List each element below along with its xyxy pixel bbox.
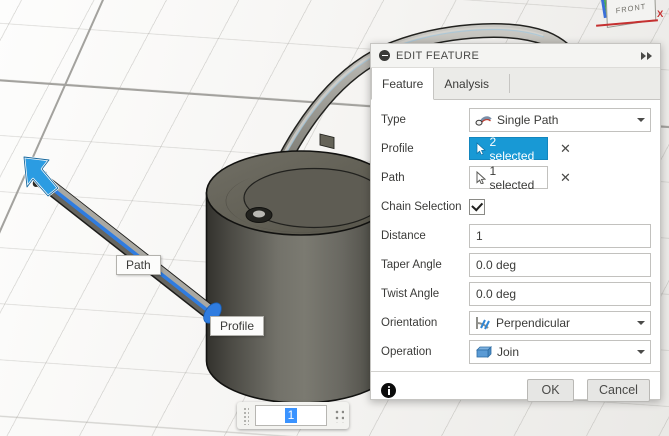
profile-select-button[interactable]: 2 selected [469, 134, 548, 163]
cursor-icon [476, 142, 486, 155]
selected-path-highlight [38, 177, 214, 316]
row-chain-selection: Chain Selection [381, 192, 651, 221]
operation-dropdown[interactable]: Join [469, 339, 651, 364]
row-profile: Profile 2 selected ✕ [381, 134, 651, 163]
operation-value: Join [497, 344, 520, 359]
path-clear-icon[interactable]: ✕ [560, 170, 571, 186]
path-count: 1 selected [489, 163, 535, 192]
distance-label: Distance [381, 229, 426, 242]
join-icon [476, 345, 492, 358]
dialog-header[interactable]: EDIT FEATURE [371, 44, 660, 68]
manipulator-arrow[interactable] [22, 155, 60, 198]
type-dropdown[interactable]: Single Path [469, 107, 651, 132]
orientation-value: Perpendicular [496, 315, 571, 330]
checkmark-icon [471, 199, 483, 212]
info-icon[interactable] [381, 382, 396, 398]
tab-feature-label: Feature [382, 76, 424, 91]
row-twist-angle: Twist Angle [381, 279, 651, 308]
taper-angle-input[interactable] [469, 252, 651, 277]
viewcube-face-label: FRONT [615, 1, 647, 15]
type-label: Type [381, 113, 406, 126]
taper-angle-label: Taper Angle [381, 258, 442, 271]
chevron-down-icon [637, 320, 645, 325]
orientation-dropdown[interactable]: Perpendicular [469, 310, 651, 335]
edit-feature-dialog: EDIT FEATURE Feature Analysis Type Singl… [370, 43, 661, 402]
dialog-tabs: Feature Analysis [371, 68, 660, 100]
ok-button[interactable]: OK [527, 378, 574, 402]
minibar-drag-grip[interactable] [242, 406, 249, 425]
twist-angle-label: Twist Angle [381, 287, 440, 300]
path-label: Path [381, 171, 405, 184]
tab-feature[interactable]: Feature [371, 68, 435, 100]
twist-angle-input[interactable] [469, 281, 651, 306]
tab-divider [509, 74, 511, 93]
operation-label: Operation [381, 345, 432, 358]
path-tag: Path [116, 255, 161, 275]
viewcube[interactable]: FRONT X [594, 0, 669, 32]
watering-can-body[interactable] [205, 133, 397, 404]
dialog-title: EDIT FEATURE [396, 49, 480, 62]
tab-analysis-label: Analysis [444, 76, 490, 91]
collapse-panel-icon[interactable] [641, 51, 652, 60]
row-type: Type Single Path [381, 105, 651, 134]
opening-step-tab [319, 133, 335, 150]
type-value: Single Path [497, 112, 559, 127]
sweep-icon [475, 115, 492, 126]
tab-analysis[interactable]: Analysis [434, 68, 499, 99]
row-operation: Operation Join [381, 337, 651, 366]
row-orientation: Orientation Perpendicular [381, 308, 651, 337]
orientation-label: Orientation [381, 316, 438, 329]
chevron-down-icon [637, 349, 645, 354]
profile-tag: Profile [210, 316, 265, 336]
minibar-options-grip[interactable] [333, 408, 344, 423]
x-axis-label: X [657, 9, 664, 20]
dimension-minibar: 1 [237, 402, 349, 429]
perpendicular-icon [476, 316, 490, 329]
dialog-body: Type Single Path Profile 2 selected ✕ Pa… [371, 100, 660, 366]
row-taper-angle: Taper Angle [381, 250, 651, 279]
dialog-footer: OK Cancel [371, 371, 660, 408]
spout-path[interactable] [30, 169, 225, 327]
path-select-button[interactable]: 1 selected [469, 163, 548, 192]
profile-tag-label: Profile [220, 319, 255, 333]
cancel-button[interactable]: Cancel [587, 378, 650, 402]
profile-label: Profile [381, 142, 414, 155]
row-path: Path 1 selected ✕ [381, 163, 651, 192]
profile-clear-icon[interactable]: ✕ [560, 141, 571, 157]
chevron-down-icon [637, 117, 645, 122]
distance-mini-input[interactable]: 1 [255, 405, 327, 426]
path-tag-label: Path [126, 258, 151, 272]
feature-badge-icon [379, 50, 390, 61]
row-distance: Distance [381, 221, 651, 250]
cursor-icon [476, 171, 486, 184]
distance-mini-value: 1 [284, 408, 298, 423]
distance-input[interactable] [469, 223, 651, 248]
chain-selection-checkbox[interactable] [469, 198, 485, 215]
chain-selection-label: Chain Selection [381, 200, 462, 213]
profile-count: 2 selected [489, 134, 535, 163]
